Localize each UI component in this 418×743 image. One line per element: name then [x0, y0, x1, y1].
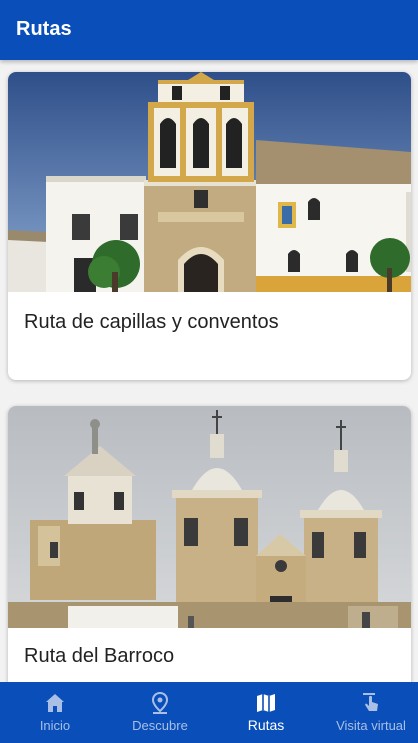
nav-label: Visita virtual: [336, 718, 406, 733]
route-card-barroco[interactable]: Ruta del Barroco: [8, 406, 411, 682]
nav-label: Inicio: [39, 718, 71, 733]
home-icon: [46, 694, 64, 712]
route-title: Ruta del Barroco: [24, 645, 175, 667]
page-title: Rutas: [16, 18, 72, 40]
route-title: Ruta de capillas y conventos: [24, 311, 279, 333]
nav-item-inicio[interactable]: Inicio: [3, 682, 107, 743]
touch-icon: [363, 693, 378, 711]
nav-item-rutas[interactable]: Rutas: [214, 682, 318, 743]
location-pin-icon: [151, 691, 169, 714]
nav-item-descubre[interactable]: Descubre: [108, 682, 212, 743]
app-bar: Rutas: [0, 0, 418, 60]
church-with-bell-tower-photo: [8, 72, 411, 292]
baroque-church-towers-photo: [8, 406, 411, 628]
map-icon: [257, 694, 275, 712]
nav-label: Descubre: [132, 718, 188, 733]
nav-label: Rutas: [247, 717, 285, 733]
route-card-capillas[interactable]: Ruta de capillas y conventos: [8, 72, 411, 380]
app-screen: Rutas Ruta de capillas y conventos Ruta …: [0, 0, 418, 743]
bottom-navigation: Inicio Descubre Rutas Visita virtual: [0, 682, 418, 743]
routes-list[interactable]: Ruta de capillas y conventos Ruta del Ba…: [0, 60, 418, 682]
nav-item-visita-virtual[interactable]: Visita virtual: [319, 682, 418, 743]
